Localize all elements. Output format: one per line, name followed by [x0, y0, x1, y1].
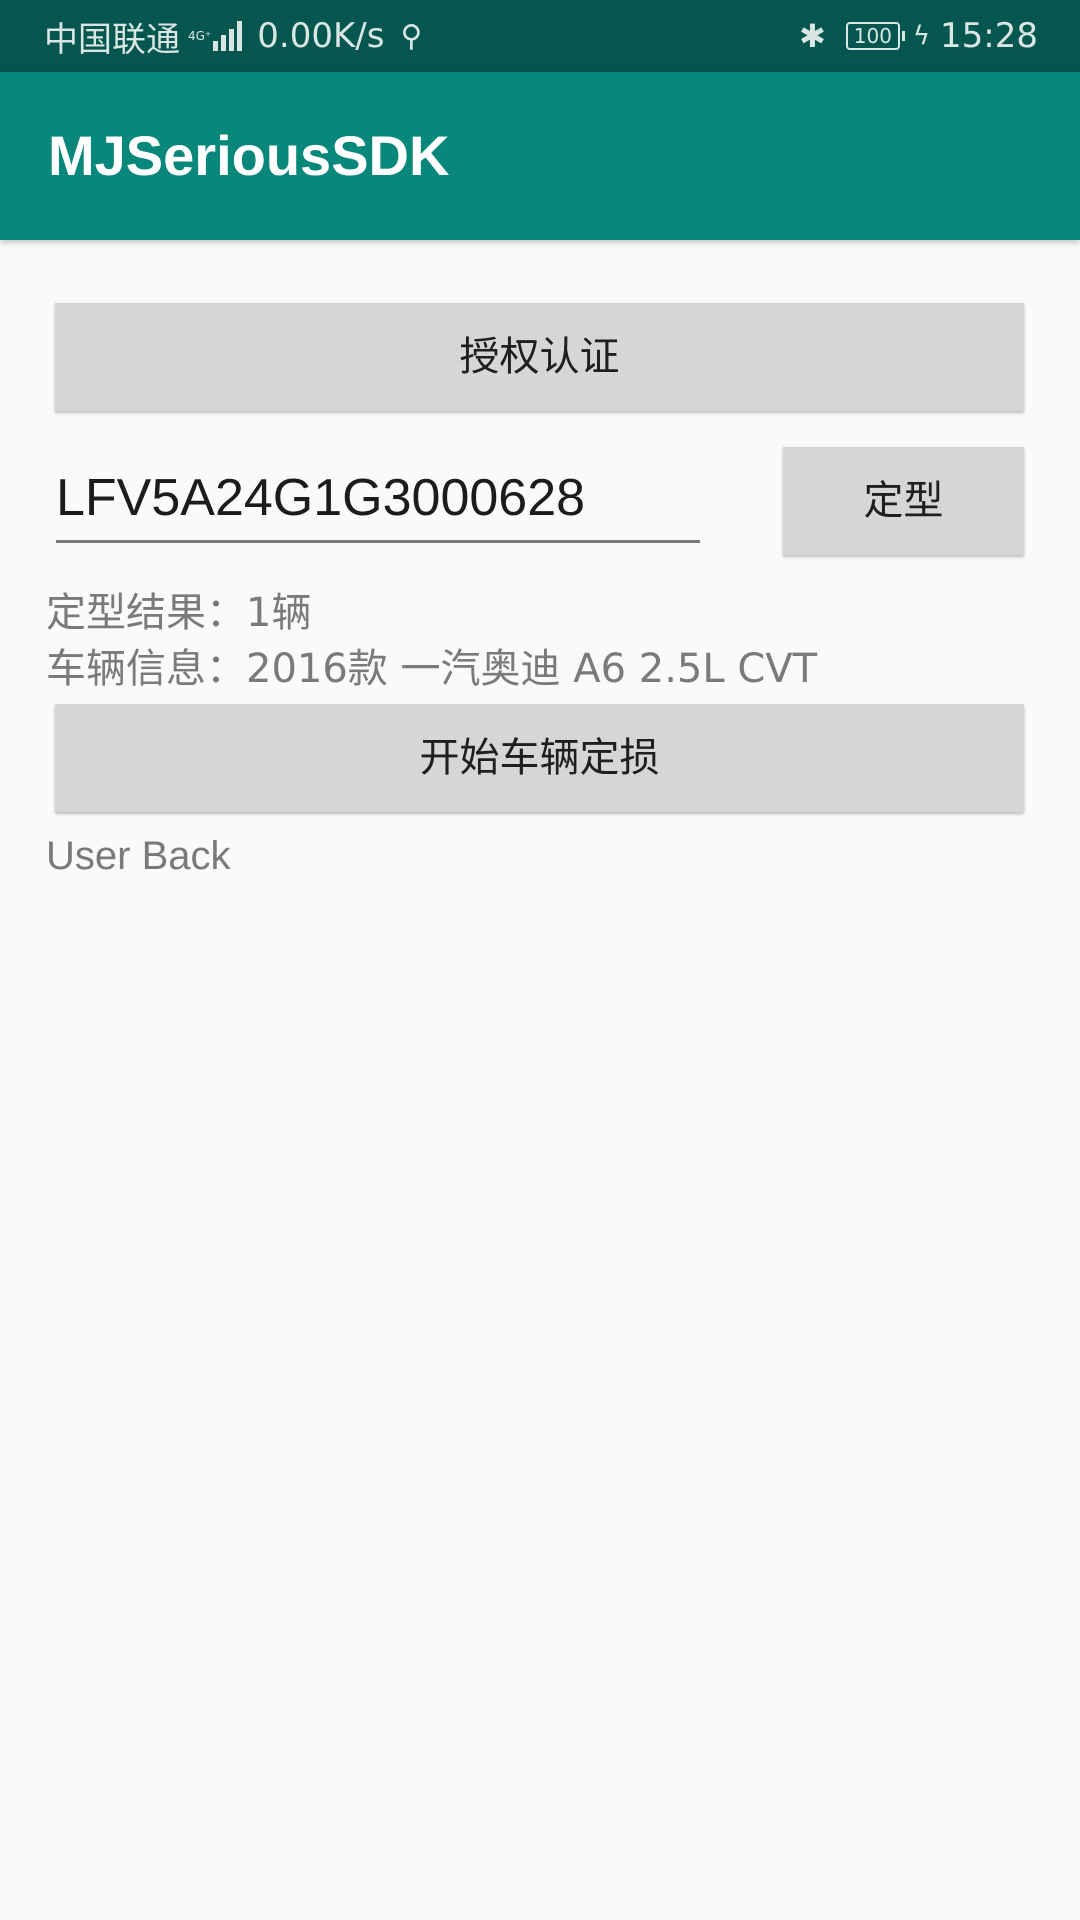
user-back-text: User Back — [46, 834, 231, 878]
type-result-text: 定型结果：1辆 — [46, 590, 312, 636]
vin-input[interactable] — [56, 460, 700, 536]
app-title: MJSeriousSDK — [48, 124, 450, 187]
usb-icon: ⚲ — [400, 18, 423, 54]
status-left: 中国联通 4G⁺ 0.00K/s ⚲ — [44, 0, 422, 72]
carrier-name: 中国联通 — [44, 19, 180, 60]
type-button[interactable]: 定型 — [783, 447, 1024, 555]
network-speed: 0.00K/s — [257, 16, 385, 56]
battery-level: 100 — [845, 22, 900, 50]
status-bar: 中国联通 4G⁺ 0.00K/s ⚲ ✱ 100 ϟ 15:28 — [0, 0, 1080, 72]
vehicle-info-text: 车辆信息：2016款 一汽奥迪 A6 2.5L CVT — [46, 646, 818, 692]
battery-icon: 100 — [845, 22, 905, 50]
start-damage-assessment-button[interactable]: 开始车辆定损 — [55, 704, 1024, 812]
auth-button[interactable]: 授权认证 — [55, 303, 1024, 411]
clock: 15:28 — [940, 16, 1038, 56]
vin-field[interactable] — [56, 460, 700, 543]
charging-icon: ϟ — [912, 21, 931, 51]
bluetooth-icon: ✱ — [799, 17, 826, 55]
network-type-label: 4G⁺ — [188, 29, 212, 43]
app-bar: MJSeriousSDK — [0, 72, 1080, 240]
status-right: ✱ 100 ϟ 15:28 — [799, 0, 1038, 72]
signal-strength-icon — [213, 21, 245, 51]
